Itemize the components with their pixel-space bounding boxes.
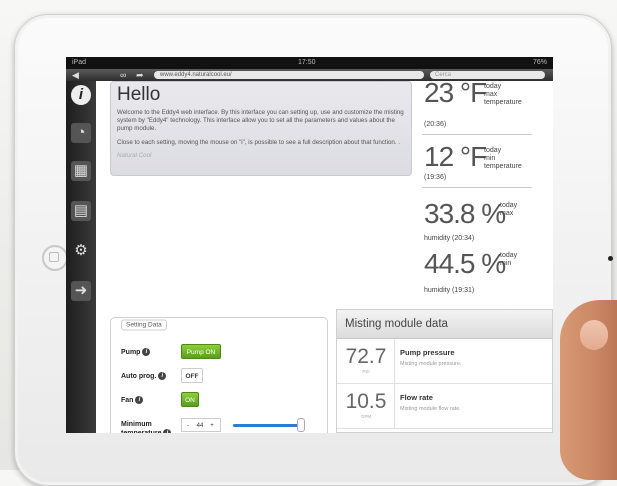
main-content: Hello Welcome to the Eddy4 web interface… bbox=[96, 77, 553, 433]
stat-time: (20:36) bbox=[424, 121, 447, 128]
url-bar[interactable]: www.eddy4.naturalcool.eu/ bbox=[154, 71, 424, 79]
mintemp-slider-track[interactable] bbox=[233, 424, 301, 427]
misting-module-panel: Misting module data 72.7 PSI Pump pressu… bbox=[336, 309, 553, 433]
logout-icon[interactable]: ➜ bbox=[71, 281, 91, 301]
ipad-screen: iPad 17:50 76% ◀ ∞ ➦ www.eddy4.naturalco… bbox=[66, 57, 553, 433]
front-camera bbox=[608, 256, 613, 261]
battery-level: 76% bbox=[532, 59, 547, 66]
info-icon[interactable]: i bbox=[142, 348, 151, 356]
pump-toggle-button[interactable]: Pump ON bbox=[181, 344, 221, 359]
decrement-button[interactable]: - bbox=[182, 419, 194, 433]
pump-row: Pump i bbox=[121, 348, 151, 356]
info-icon[interactable]: i bbox=[135, 396, 144, 404]
autoprog-toggle-button[interactable]: OFF bbox=[181, 368, 203, 383]
chart-icon[interactable]: ▤ bbox=[71, 201, 91, 221]
page-title: Hello bbox=[117, 84, 161, 105]
status-bar: iPad 17:50 76% bbox=[66, 57, 553, 69]
pressure-unit: PSI bbox=[362, 369, 370, 374]
divider bbox=[394, 384, 395, 428]
info-icon[interactable]: i bbox=[158, 372, 167, 380]
misting-row-pressure: 72.7 PSI Pump pressure Misting module pr… bbox=[337, 339, 552, 384]
calendar-icon[interactable]: ▦ bbox=[71, 161, 91, 181]
info-icon[interactable]: i bbox=[163, 429, 172, 433]
info-icon[interactable]: i bbox=[71, 85, 91, 105]
mintemp-stepper[interactable]: -44 + bbox=[181, 418, 221, 432]
mintemp-label-2: temperature i bbox=[121, 429, 172, 433]
gauge-icon[interactable]: ◔ bbox=[71, 123, 91, 143]
autoprog-label: Auto prog. bbox=[121, 372, 157, 380]
misting-row-flow: 10.5 GPM Flow rate Misting module flow r… bbox=[337, 384, 552, 429]
stat-value: 23 °F bbox=[424, 77, 487, 108]
welcome-box: Hello Welcome to the Eddy4 web interface… bbox=[110, 81, 412, 176]
pressure-value: 72.7 bbox=[345, 345, 387, 368]
signature: Natural Cool bbox=[117, 152, 152, 159]
stat-min-humidity: 44.5 % today min humidity (19:31) bbox=[422, 240, 532, 294]
pump-label: Pump bbox=[121, 348, 141, 356]
misting-title: Misting module data bbox=[337, 310, 552, 339]
home-button[interactable] bbox=[42, 245, 68, 271]
flow-title: Flow rate bbox=[400, 393, 433, 402]
fan-row: Fan i bbox=[121, 396, 144, 404]
mintemp-label: Minimum bbox=[121, 421, 152, 428]
stat-max-humidity: 33.8 % today max humidity (20:34) bbox=[422, 188, 532, 242]
stat-value: 12 °F bbox=[424, 141, 487, 172]
pressure-desc: Misting module pressure. bbox=[400, 361, 462, 367]
device-label: iPad bbox=[72, 59, 87, 66]
fan-label: Fan bbox=[121, 396, 134, 404]
mintemp-row: Minimum temperature i bbox=[121, 420, 172, 433]
stat-time: (19:36) bbox=[424, 174, 447, 181]
autoprog-row: Auto prog. i bbox=[121, 372, 167, 380]
stat-side: today min bbox=[500, 252, 518, 267]
flow-desc: Misting module flow rate. bbox=[400, 406, 461, 412]
welcome-text: Welcome to the Eddy4 web interface. By t… bbox=[117, 109, 404, 132]
thumbnail bbox=[580, 320, 608, 350]
divider bbox=[394, 339, 395, 383]
stat-value: 33.8 % bbox=[424, 198, 506, 229]
stat-min-temperature: 12 °F today min temperature (19:36) bbox=[422, 135, 532, 188]
stat-side: today max bbox=[500, 202, 518, 217]
sidebar: i ◔ ▦ ▤ ⚙ ➜ bbox=[66, 81, 96, 433]
back-icon[interactable]: ◀ bbox=[72, 69, 79, 81]
bookmarks-icon[interactable]: ∞ bbox=[120, 69, 126, 81]
flow-value: 10.5 bbox=[345, 390, 387, 413]
stat-time: humidity (19:31) bbox=[424, 287, 475, 294]
stat-value: 44.5 % bbox=[424, 248, 506, 279]
flow-unit: GPM bbox=[360, 414, 372, 419]
clock: 17:50 bbox=[298, 59, 316, 66]
help-text: Close to each setting, moving the mouse … bbox=[117, 139, 400, 146]
setting-data-panel: Setting Data Pump i Pump ON Auto prog. i… bbox=[110, 317, 328, 433]
stat-side: today min temperature bbox=[484, 147, 522, 170]
settings-gears-icon[interactable]: ⚙ bbox=[71, 241, 91, 261]
stat-side: today max temperature bbox=[484, 83, 522, 106]
fan-toggle-button[interactable]: ON bbox=[181, 392, 199, 407]
share-icon[interactable]: ➦ bbox=[136, 69, 144, 81]
stats-column: 23 °F today max temperature (20:36) 12 °F … bbox=[422, 77, 532, 294]
mintemp-slider-handle[interactable] bbox=[297, 418, 305, 432]
panel-legend: Setting Data bbox=[121, 319, 167, 331]
stepper-value: 44 bbox=[196, 423, 204, 429]
stat-max-temperature: 23 °F today max temperature (20:36) bbox=[422, 77, 532, 135]
increment-button[interactable]: + bbox=[206, 419, 218, 433]
pressure-title: Pump pressure bbox=[400, 348, 455, 357]
